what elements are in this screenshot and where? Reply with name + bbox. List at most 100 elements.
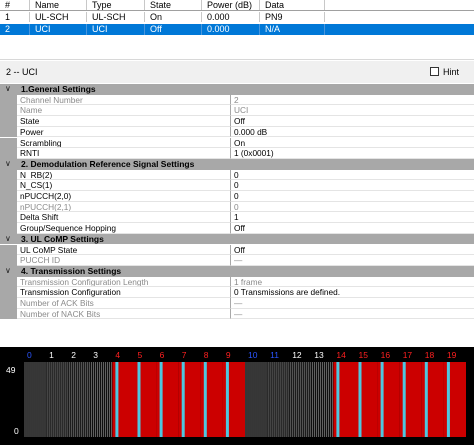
slot-label: 2 (71, 350, 76, 360)
property-value[interactable]: 1 (231, 212, 474, 224)
row-gutter (0, 137, 17, 149)
slot-label: 3 (93, 350, 98, 360)
row-gutter (0, 308, 17, 320)
slot-label: 6 (160, 350, 165, 360)
property-row[interactable]: Group/Sequence Hopping Off (0, 223, 474, 234)
property-row[interactable]: Scrambling On (0, 137, 474, 149)
section-header[interactable]: ∨ 4. Transmission Settings (0, 265, 474, 277)
section-header[interactable]: ∨ 2. Demodulation Reference Signal Settin… (0, 158, 474, 170)
slot-stripe (358, 362, 362, 437)
property-row[interactable]: N_RB(2) 0 (0, 169, 474, 181)
column-header-type[interactable]: Type (87, 0, 145, 10)
property-row[interactable]: UL CoMP State Off (0, 244, 474, 256)
channel-table[interactable]: # Name Type State Power (dB) Data 1 UL-S… (0, 0, 474, 60)
property-name: Transmission Configuration Length (17, 276, 231, 288)
slot-stripe (115, 362, 119, 437)
property-name: Transmission Configuration (17, 287, 231, 298)
section-title: 4. Transmission Settings (21, 265, 122, 276)
chevron-down-icon[interactable]: ∨ (5, 84, 11, 94)
property-value[interactable]: 0.000 dB (231, 127, 474, 138)
row-gutter (0, 287, 17, 298)
y-axis-bottom-label: 0 (14, 426, 19, 436)
column-header-name[interactable]: Name (30, 0, 87, 10)
chevron-down-icon[interactable]: ∨ (5, 234, 11, 244)
slot-label: 10 (248, 350, 258, 360)
section-title: 2. Demodulation Reference Signal Setting… (21, 158, 195, 169)
property-row[interactable]: RNTI 1 (0x0001) (0, 148, 474, 159)
row-gutter (0, 191, 17, 202)
slot-label: 19 (447, 350, 457, 360)
row-gutter (0, 201, 17, 213)
table-row[interactable]: 1 UL-SCH UL-SCH On 0.000 PN9 (0, 12, 474, 22)
slot-stripe (159, 362, 163, 437)
table-cell: UL-SCH (87, 12, 145, 22)
property-row[interactable]: Channel Number 2 (0, 94, 474, 106)
selected-channel-title: 2 -- UCI (6, 67, 38, 77)
section-title: 3. UL CoMP Settings (21, 233, 104, 244)
slot-label: 14 (336, 350, 346, 360)
property-row[interactable]: N_CS(1) 0 (0, 180, 474, 191)
table-row-selected[interactable]: 2 UCI UCI Off 0.000 N/A (0, 24, 474, 35)
slot-label: 1 (49, 350, 54, 360)
column-header-power[interactable]: Power (dB) (202, 0, 260, 10)
row-gutter (0, 212, 17, 224)
property-row[interactable]: Delta Shift 1 (0, 212, 474, 224)
chevron-down-icon[interactable]: ∨ (5, 266, 11, 276)
property-name: UL CoMP State (17, 244, 231, 256)
property-row[interactable]: PUCCH ID — (0, 255, 474, 266)
property-value: 2 (231, 95, 474, 106)
slot-label: 4 (115, 350, 120, 360)
property-value[interactable]: 0 Transmissions are defined. (231, 287, 474, 298)
property-row[interactable]: Transmission Configuration Length 1 frame (0, 276, 474, 288)
slot-label: 16 (381, 350, 391, 360)
slot-stripe (424, 362, 428, 437)
slot-label: 11 (270, 350, 279, 360)
slot-label: 17 (403, 350, 413, 360)
property-value[interactable]: 0 (231, 170, 474, 181)
property-row[interactable]: State Off (0, 116, 474, 127)
property-value: 0 (231, 202, 474, 213)
slot-label: 12 (292, 350, 302, 360)
property-row[interactable]: Name UCI (0, 105, 474, 117)
property-value[interactable]: Off (231, 116, 474, 127)
section-header[interactable]: ∨ 3. UL CoMP Settings (0, 233, 474, 245)
row-gutter (0, 105, 17, 117)
property-name: Delta Shift (17, 212, 231, 224)
property-name: Name (17, 105, 231, 117)
property-row[interactable]: Transmission Configuration 0 Transmission… (0, 287, 474, 298)
property-row[interactable]: nPUCCH(2,0) 0 (0, 191, 474, 202)
hint-label[interactable]: Hint (443, 67, 459, 77)
column-header-index[interactable]: # (0, 0, 30, 10)
row-gutter (0, 169, 17, 181)
property-name: State (17, 116, 231, 127)
chevron-down-icon[interactable]: ∨ (5, 159, 11, 169)
slot-label: 9 (226, 350, 231, 360)
table-cell: 1 (0, 12, 30, 22)
table-cell: 2 (0, 24, 30, 35)
property-value[interactable]: 1 (0x0001) (231, 148, 474, 159)
property-value: — (231, 255, 474, 266)
slot-hatch (311, 362, 333, 437)
property-row[interactable]: nPUCCH(2,1) 0 (0, 201, 474, 213)
property-value[interactable]: On (231, 138, 474, 149)
property-row[interactable]: Power 0.000 dB (0, 126, 474, 138)
property-value[interactable]: 0 (231, 180, 474, 191)
property-value: 1 frame (231, 277, 474, 288)
property-grid[interactable]: ∨ 1.General Settings Channel Number 2 Name UC… (0, 84, 474, 346)
slot-hatch (90, 362, 112, 437)
slot-label: 0 (27, 350, 32, 360)
hint-checkbox[interactable] (430, 67, 439, 76)
slot-stripe (203, 362, 207, 437)
property-value[interactable]: Off (231, 223, 474, 234)
section-header[interactable]: ∨ 1.General Settings (0, 84, 474, 95)
property-value[interactable]: Off (231, 245, 474, 256)
property-name: RNTI (17, 148, 231, 159)
property-row[interactable]: Number of ACK Bits — (0, 298, 474, 309)
row-gutter (0, 126, 17, 138)
property-row[interactable]: Number of NACK Bits — (0, 308, 474, 320)
column-header-data[interactable]: Data (260, 0, 325, 10)
row-gutter (0, 298, 17, 309)
property-value[interactable]: 0 (231, 191, 474, 202)
column-header-state[interactable]: State (145, 0, 202, 10)
slot-label: 18 (425, 350, 435, 360)
